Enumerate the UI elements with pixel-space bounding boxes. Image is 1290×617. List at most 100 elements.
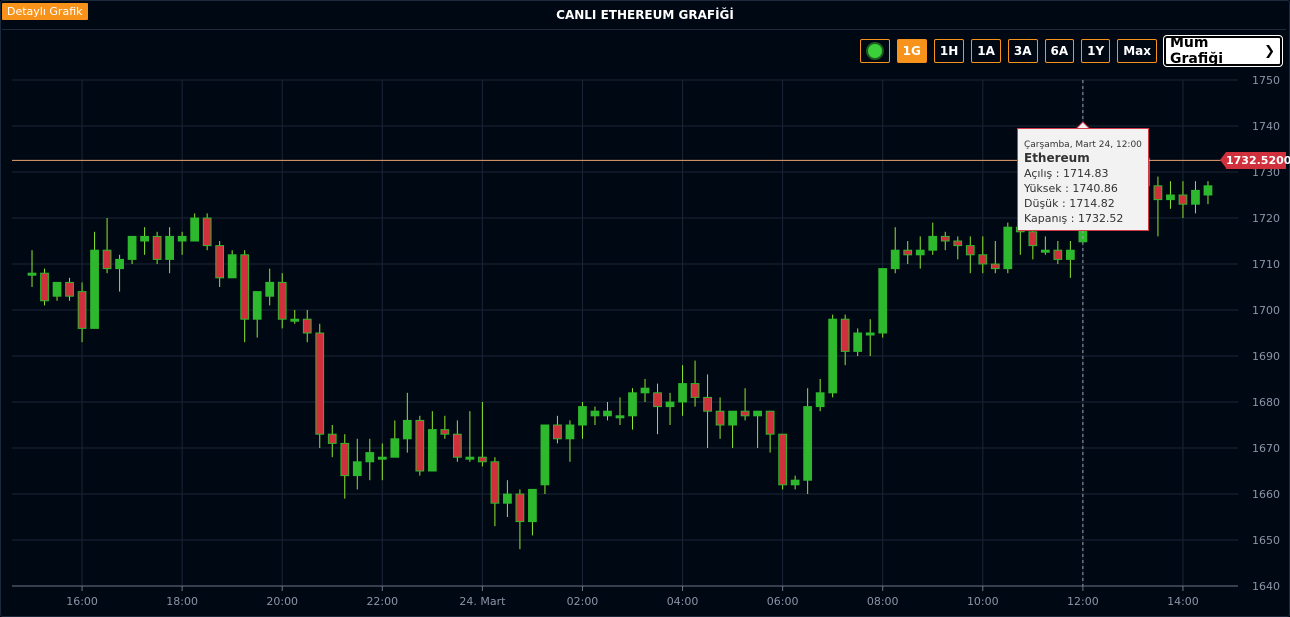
candle	[878, 268, 888, 338]
candle-body-down	[302, 318, 312, 334]
candle	[628, 388, 637, 430]
candle	[965, 236, 975, 274]
candle-body-up	[503, 493, 512, 504]
candle-body-up	[603, 410, 612, 417]
candle	[753, 410, 762, 448]
candle	[415, 415, 425, 476]
x-axis: 16:00 18:00 20:00 22:00 24. Mart 02:00 04:00 06…	[12, 585, 1238, 608]
candle-body-down	[65, 281, 74, 297]
candle-body-up	[678, 383, 687, 403]
candle	[252, 291, 262, 338]
candle-body-up	[265, 281, 275, 297]
candle	[503, 480, 512, 517]
candle-body-up	[290, 318, 300, 322]
candle-body-up	[427, 429, 437, 472]
candle	[603, 402, 612, 421]
candle	[690, 360, 700, 407]
candle	[940, 231, 950, 251]
x-tick-label: 12:00	[1067, 595, 1099, 608]
x-tick-label: 10:00	[967, 595, 999, 608]
candle-body-up	[390, 438, 400, 458]
candle-body-down	[77, 291, 87, 329]
candle-body-down	[315, 332, 325, 435]
candle	[790, 475, 800, 490]
candle-body-down	[490, 461, 500, 504]
candle-body-down	[215, 245, 225, 279]
candle-body-down	[515, 493, 525, 523]
candle	[1053, 241, 1063, 264]
x-tick-label: 24. Mart	[459, 595, 506, 608]
candle-body-up	[165, 235, 175, 260]
candle-body-up	[1003, 226, 1013, 270]
candle-body-down	[965, 245, 975, 256]
candle-body-down	[440, 429, 450, 435]
candle-body-up	[140, 235, 149, 242]
candle	[327, 425, 337, 458]
candle-body-up	[540, 424, 550, 486]
candle	[740, 388, 750, 421]
candle-body-up	[928, 235, 938, 251]
candle	[127, 235, 137, 264]
candle-body-up	[815, 392, 825, 408]
candle	[728, 410, 737, 448]
candle	[377, 443, 387, 481]
candle	[177, 231, 187, 255]
x-tick-label: 14:00	[1167, 595, 1199, 608]
candle-body-up	[865, 332, 875, 336]
candle-body-up	[640, 387, 650, 394]
candle-body-up	[127, 235, 137, 260]
candle-body-down	[340, 442, 350, 477]
candle	[1040, 236, 1050, 255]
candle	[990, 241, 1000, 274]
candle-body-up	[402, 419, 412, 440]
candle-body-down	[240, 254, 250, 320]
candle-body-down	[415, 419, 425, 472]
x-tick-label: 20:00	[266, 595, 298, 608]
candle-body-down	[478, 456, 487, 463]
candle	[152, 231, 162, 264]
candle	[678, 365, 687, 416]
candle	[265, 268, 275, 306]
candle-body-up	[628, 392, 637, 417]
candle	[665, 392, 675, 425]
candle	[90, 231, 99, 329]
y-tick-label: 1690	[1252, 350, 1280, 363]
candle	[102, 218, 112, 274]
current-price-badge: 1732.5200	[1220, 152, 1290, 169]
candle	[52, 281, 62, 301]
tooltip-low: Düşük : 1714.82	[1024, 197, 1115, 210]
candle	[427, 411, 437, 472]
candle-body-up	[878, 268, 888, 334]
candle	[140, 227, 149, 255]
candle	[352, 438, 362, 490]
candle-body-down	[990, 263, 1000, 270]
candle-body-down	[715, 410, 725, 426]
candle-body-up	[790, 479, 800, 486]
candle	[302, 310, 312, 343]
candle-body-up	[590, 410, 600, 417]
x-tick-label: 08:00	[867, 595, 899, 608]
candle	[1166, 181, 1175, 209]
y-tick-label: 1750	[1252, 74, 1280, 87]
candle	[290, 310, 300, 324]
candle	[1203, 181, 1213, 205]
candle-body-down	[840, 318, 850, 352]
candle	[478, 402, 487, 467]
candle-body-down	[277, 281, 287, 320]
candle-body-up	[27, 272, 37, 276]
candle	[590, 406, 600, 425]
x-tick-label: 18:00	[166, 595, 198, 608]
candle-body-down	[703, 396, 712, 412]
tooltip-close: Kapanış : 1732.52	[1024, 212, 1124, 225]
candle	[778, 433, 788, 490]
candle	[365, 438, 375, 481]
y-tick-label: 1740	[1252, 120, 1280, 133]
candle-body-up	[377, 456, 387, 460]
y-tick-label: 1710	[1252, 258, 1280, 271]
candle	[452, 420, 462, 462]
candle	[640, 379, 650, 402]
candle	[715, 397, 725, 439]
candle-body-down	[40, 272, 49, 302]
candle-body-up	[352, 461, 362, 477]
candle-body-down	[1153, 185, 1163, 201]
